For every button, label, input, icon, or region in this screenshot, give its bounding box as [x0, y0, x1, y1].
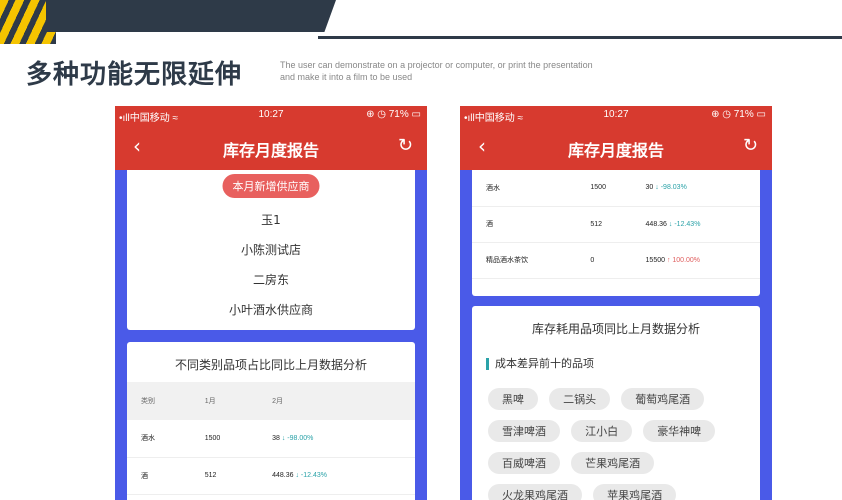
- new-suppliers-badge: 本月新增供应商: [222, 174, 320, 198]
- alarm-icon: ⊕ ◷: [711, 109, 734, 120]
- battery-icon: ▭: [756, 109, 766, 120]
- item-tag[interactable]: 芒果鸡尾酒: [571, 452, 655, 474]
- table-cell: 0: [576, 242, 632, 279]
- battery-icon: ▭: [411, 109, 421, 120]
- new-suppliers-card: 本月新增供应商 玉1 小陈测试店 二房东 小叶酒水供应商: [127, 170, 415, 330]
- category-table-card: 酒水 1500 30 ↓ -98.03% 酒 512 448.36 ↓ -12.…: [472, 170, 760, 296]
- table-row[interactable]: 酒 512 448.36 ↓ -12.43%: [127, 457, 415, 495]
- list-item[interactable]: 小陈测试店: [127, 240, 415, 270]
- nav-title: 库存月度报告: [567, 141, 664, 160]
- item-tag[interactable]: 雪津啤酒: [488, 420, 560, 442]
- battery-indicator: ⊕ ◷ 71% ▭: [711, 109, 766, 120]
- card-title: 库存耗用品项同比上月数据分析: [531, 322, 700, 336]
- table-cell: 1500: [190, 420, 259, 458]
- table-header-row: 类别 1月 2月: [127, 382, 415, 420]
- table-cell: 38 ↓ -98.00%: [258, 420, 415, 458]
- battery-indicator: ⊕ ◷ 71% ▭: [366, 109, 421, 120]
- table-cell: 精品酒水茶饮: [472, 242, 577, 279]
- change-indicator: ↑ 100.00%: [666, 256, 701, 264]
- status-bar: •ıll中国移动 ≈ 10:27 ⊕ ◷ 71% ▭: [115, 106, 427, 124]
- phone-screen-left: •ıll中国移动 ≈ 10:27 ⊕ ◷ 71% ▭ ‹ 库存月度报告 ↻ 本月…: [115, 106, 427, 500]
- subtitle-line-2: and make it into a film to be used: [280, 72, 413, 82]
- table-cell: 酒: [127, 457, 191, 495]
- item-tag[interactable]: 黑啤: [488, 388, 538, 410]
- page-heading: 多种功能无限延伸: [26, 60, 243, 90]
- nav-bar: ‹ 库存月度报告 ↻: [460, 124, 772, 170]
- table-cell: 酒: [472, 206, 577, 243]
- column-header: 类别: [127, 382, 191, 420]
- refresh-icon[interactable]: ↻: [743, 135, 758, 156]
- table-row[interactable]: 精品酒水茶饮 0 15500 ↑ 100.00%: [472, 242, 760, 279]
- card-title: 不同类别品项占比同比上月数据分析: [174, 358, 367, 372]
- status-bar: •ıll中国移动 ≈ 10:27 ⊕ ◷ 71% ▭: [460, 106, 772, 124]
- nav-title: 库存月度报告: [222, 141, 319, 160]
- compare-table: 类别 1月 2月 酒水 1500 38 ↓ -98.00% 酒 512 448.…: [127, 382, 415, 495]
- category-compare-card: 不同类别品项占比同比上月数据分析 类别 1月 2月 酒水 1500 38 ↓ -…: [127, 342, 415, 500]
- change-indicator: ↓ -98.00%: [281, 434, 314, 442]
- list-item[interactable]: 小叶酒水供应商: [127, 300, 415, 330]
- change-indicator: ↓ -12.43%: [295, 472, 327, 479]
- refresh-icon[interactable]: ↻: [398, 135, 413, 156]
- table-cell: 448.36 ↓ -12.43%: [631, 206, 760, 243]
- nav-bar: ‹ 库存月度报告 ↻: [115, 124, 427, 170]
- item-tag[interactable]: 江小白: [571, 420, 633, 442]
- column-header: 2月: [258, 382, 415, 420]
- list-item[interactable]: 二房东: [127, 270, 415, 300]
- column-header: 1月: [190, 382, 259, 420]
- item-tag[interactable]: 葡萄鸡尾酒: [621, 388, 705, 410]
- item-tag[interactable]: 豪华神啤: [643, 420, 716, 442]
- table-row[interactable]: 酒水 1500 30 ↓ -98.03%: [472, 170, 760, 207]
- page-subtitle: The user can demonstrate on a projector …: [280, 59, 640, 83]
- header-rule: [318, 36, 842, 39]
- header-dark-bar: [46, 0, 336, 32]
- change-indicator: ↓ -12.43%: [668, 220, 701, 228]
- table-cell: 酒水: [472, 170, 577, 207]
- table-cell: 1500: [576, 170, 632, 207]
- category-table: 酒水 1500 30 ↓ -98.03% 酒 512 448.36 ↓ -12.…: [472, 170, 760, 279]
- item-tag[interactable]: 火龙果鸡尾酒: [488, 484, 582, 500]
- alarm-icon: ⊕ ◷: [366, 109, 389, 120]
- table-row[interactable]: 酒水 1500 38 ↓ -98.00%: [127, 420, 415, 458]
- supplier-list: 玉1 小陈测试店 二房东 小叶酒水供应商: [127, 210, 415, 330]
- subtitle-line-1: The user can demonstrate on a projector …: [280, 60, 593, 70]
- table-row[interactable]: 酒 512 448.36 ↓ -12.43%: [472, 206, 760, 243]
- item-tag[interactable]: 苹果鸡尾酒: [593, 484, 677, 500]
- consumables-card: 库存耗用品项同比上月数据分析 成本差异前十的品项 黑啤 二锅头 葡萄鸡尾酒 雪津…: [472, 306, 760, 500]
- table-cell: 512: [190, 457, 259, 495]
- item-tag[interactable]: 二锅头: [549, 388, 611, 410]
- change-indicator: ↓ -98.03%: [655, 184, 687, 192]
- table-cell: 30 ↓ -98.03%: [631, 170, 760, 207]
- item-tag[interactable]: 百威啤酒: [488, 452, 560, 474]
- table-cell: 512: [576, 206, 632, 243]
- phone-screen-right: •ıll中国移动 ≈ 10:27 ⊕ ◷ 71% ▭ ‹ 库存月度报告 ↻ 酒水…: [460, 106, 772, 500]
- table-cell: 酒水: [127, 420, 191, 458]
- top10-section-label: 成本差异前十的品项: [486, 358, 594, 370]
- list-item[interactable]: 玉1: [127, 210, 415, 240]
- table-cell: 448.36 ↓ -12.43%: [258, 457, 415, 495]
- item-tag-list: 黑啤 二锅头 葡萄鸡尾酒 雪津啤酒 江小白 豪华神啤 百威啤酒 芒果鸡尾酒 火龙…: [488, 388, 752, 500]
- table-cell: 15500 ↑ 100.00%: [631, 242, 760, 279]
